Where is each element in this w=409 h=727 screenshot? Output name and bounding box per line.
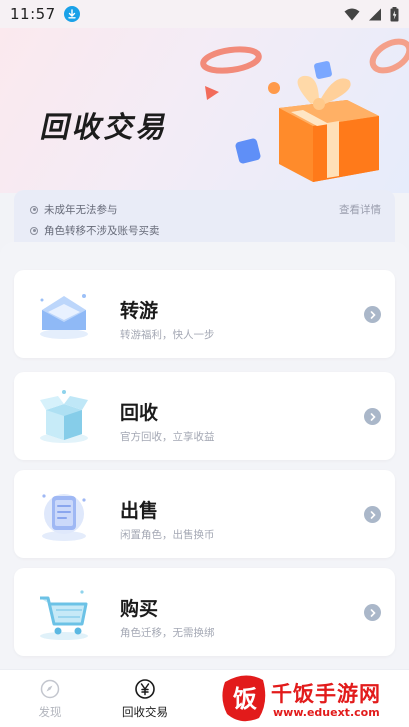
bullet-icon	[30, 205, 38, 214]
notice-text: 未成年无法参与	[44, 204, 118, 216]
watermark-url: www.eduext.com	[273, 706, 380, 719]
envelope-icon	[40, 294, 88, 339]
card-subtitle: 官方回收，立享收益	[120, 431, 215, 443]
card-subtitle: 角色迁移，无需换绑	[120, 627, 215, 639]
watermark: 饭 千饭手游网 www.eduext.com	[219, 672, 405, 724]
cart-icon	[40, 590, 88, 640]
card-title: 购买	[120, 598, 159, 620]
nav-label: 发现	[38, 705, 62, 719]
watermark-logo-icon: 饭	[222, 675, 266, 722]
hero-banner: 回收交易	[0, 28, 409, 193]
nav-label: 回收交易	[122, 705, 168, 719]
chevron-right-icon	[364, 306, 381, 323]
discover-icon	[40, 679, 60, 699]
card-recycle[interactable]: 回收 官方回收，立享收益	[14, 372, 395, 460]
page-title: 回收交易	[37, 110, 174, 144]
box-icon	[40, 390, 88, 443]
notice-item: 未成年无法参与	[30, 202, 118, 217]
document-icon	[42, 494, 86, 541]
status-icons	[344, 6, 399, 22]
chevron-right-icon	[364, 604, 381, 621]
bullet-icon	[30, 226, 38, 235]
card-transfer[interactable]: 转游 转游福利，快人一步	[14, 270, 395, 358]
card-title: 回收	[120, 402, 159, 424]
battery-icon	[390, 6, 399, 21]
view-details-link[interactable]: 查看详情	[339, 202, 381, 217]
notice-text: 角色转移不涉及账号买卖	[44, 225, 160, 237]
download-icon	[63, 6, 80, 22]
wifi-icon	[344, 8, 360, 20]
gift-box-icon	[200, 38, 409, 182]
watermark-logo-char: 饭	[233, 685, 257, 713]
nav-item-recycle-trade[interactable]: 回收交易	[105, 678, 185, 720]
yen-icon	[135, 679, 155, 699]
card-buy[interactable]: 购买 角色迁移，无需换绑	[14, 568, 395, 656]
status-time: 11:57	[10, 5, 56, 23]
nav-item-discover[interactable]: 发现	[10, 678, 90, 720]
card-subtitle: 闲置角色，出售换币	[120, 529, 215, 541]
card-subtitle: 转游福利，快人一步	[120, 329, 215, 341]
notice-item: 角色转移不涉及账号买卖	[30, 223, 160, 238]
card-title: 转游	[120, 300, 159, 322]
chevron-right-icon	[364, 408, 381, 425]
chevron-right-icon	[364, 506, 381, 523]
status-bar: 11:57	[0, 0, 409, 28]
notice-panel: 未成年无法参与 角色转移不涉及账号买卖 查看详情	[14, 190, 395, 242]
card-sell[interactable]: 出售 闲置角色，出售换币	[14, 470, 395, 558]
watermark-brand: 千饭手游网	[271, 682, 381, 706]
card-title: 出售	[120, 500, 159, 522]
action-list: 转游 转游福利，快人一步 回收 官方回收，立享收益 出售 闲置角色，出售换币 购…	[0, 242, 409, 669]
signal-icon	[369, 8, 381, 20]
